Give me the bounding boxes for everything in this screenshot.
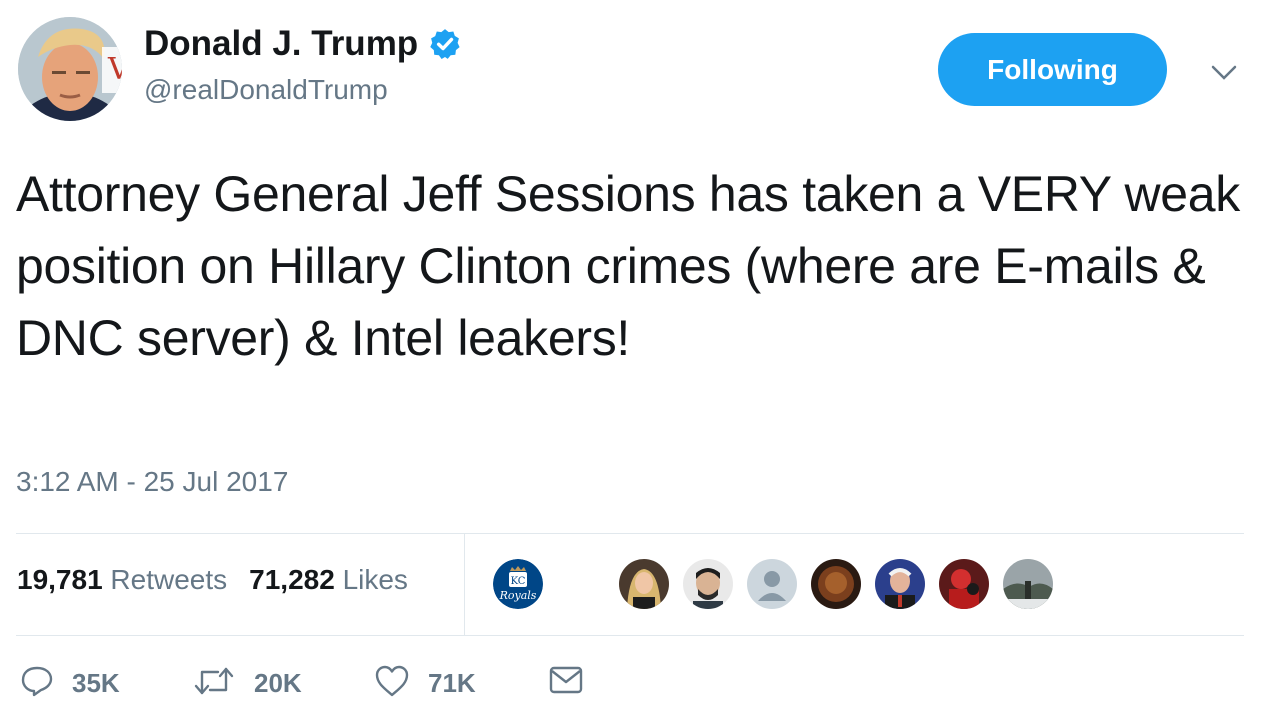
retweets-label: Retweets [110,564,228,595]
liker-avatar-5[interactable] [937,557,991,611]
liker-avatar-royals[interactable]: KC Royals [491,557,545,611]
reply-count: 35K [72,668,120,698]
svg-text:Royals: Royals [499,589,537,602]
reply-icon [20,664,54,703]
liker-avatar-default[interactable] [745,557,799,611]
retweets-stat[interactable]: 19,781 Retweets [17,564,227,596]
author-display-name[interactable]: Donald J. Trump [144,24,462,64]
liker-avatar-4[interactable] [873,557,927,611]
likes-count: 71,282 [249,564,335,595]
verified-badge-icon [428,27,462,61]
author-avatar[interactable]: V [18,17,122,121]
liker-avatar-6[interactable] [1001,557,1055,611]
author-avatar-image: V [18,17,122,121]
likes-stat[interactable]: 71,282 Likes [249,564,408,596]
liker-avatar-3[interactable] [809,557,863,611]
liker-avatar-2[interactable] [681,557,735,611]
divider-bottom [16,635,1244,636]
following-button[interactable]: Following [938,33,1167,106]
retweets-count: 19,781 [17,564,103,595]
like-button[interactable]: 71K [374,664,476,703]
tweet-stats: 19,781 Retweets 71,282 Likes [17,564,408,596]
tweet-timestamp[interactable]: 3:12 AM - 25 Jul 2017 [16,466,288,498]
like-count: 71K [428,668,476,698]
svg-text:V: V [107,52,122,87]
heart-icon [374,664,410,703]
chevron-down-icon[interactable] [1206,58,1242,88]
divider-top [16,533,1244,534]
display-name-text: Donald J. Trump [144,24,419,63]
author-handle[interactable]: @realDonaldTrump [144,74,388,106]
retweet-button[interactable]: 20K [192,664,302,703]
svg-text:KC: KC [511,576,526,587]
liker-avatar-1[interactable] [617,557,671,611]
retweet-icon [192,664,236,703]
divider-vertical [464,534,465,635]
likes-label: Likes [342,564,408,595]
tweet-text: Attorney General Jeff Sessions has taken… [16,166,1241,366]
reply-button[interactable]: 35K [20,664,120,703]
envelope-icon [548,664,584,701]
direct-message-button[interactable] [548,664,584,701]
retweet-count: 20K [254,668,302,698]
